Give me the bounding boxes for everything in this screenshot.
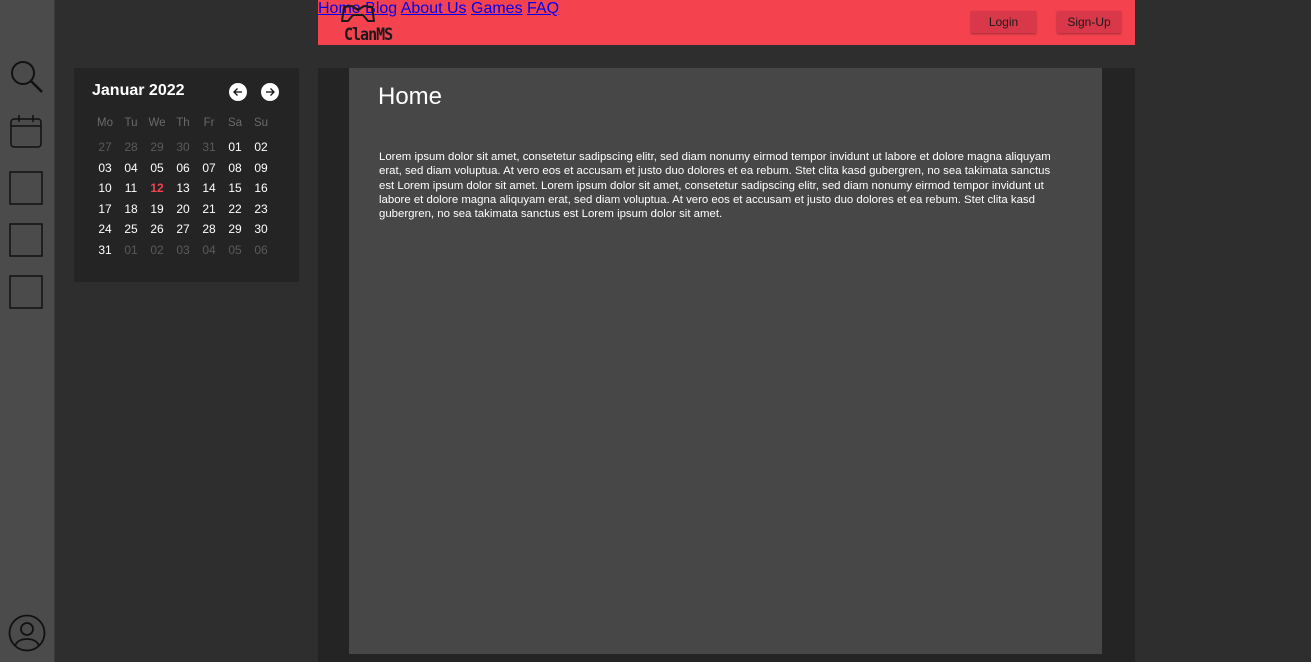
calendar-day[interactable]: 04 (118, 161, 144, 175)
signup-button[interactable]: Sign-Up (1057, 11, 1121, 33)
calendar-next-button[interactable] (261, 83, 279, 101)
calendar-day[interactable]: 02 (144, 243, 170, 257)
main-content-panel: Home Lorem ipsum dolor sit amet, consete… (349, 68, 1102, 654)
calendar-day-today[interactable]: 12 (144, 181, 170, 195)
calendar-day[interactable]: 31 (196, 140, 222, 154)
calendar-day[interactable]: 06 (170, 161, 196, 175)
calendar-day[interactable]: 03 (92, 161, 118, 175)
calendar-day[interactable]: 13 (170, 181, 196, 195)
calendar-day[interactable]: 26 (144, 222, 170, 236)
weekday-label: Tu (124, 117, 138, 129)
calendar-day[interactable]: 28 (118, 140, 144, 154)
calendar-day[interactable]: 20 (170, 202, 196, 216)
calendar-grid: Mo Tu We Th Fr Sa Su 27 28 29 30 31 01 0… (92, 112, 292, 260)
calendar-day[interactable]: 27 (92, 140, 118, 154)
weekday-label: Th (176, 117, 190, 129)
calendar-day[interactable]: 08 (222, 161, 248, 175)
calendar-day[interactable]: 16 (248, 181, 274, 195)
arrow-left-icon (233, 88, 242, 96)
weekday-label: Sa (227, 117, 243, 129)
calendar-day[interactable]: 01 (222, 140, 248, 154)
calendar-day[interactable]: 29 (222, 222, 248, 236)
login-button[interactable]: Login (971, 11, 1036, 33)
page-body-text: Lorem ipsum dolor sit amet, consetetur s… (379, 151, 1051, 221)
calendar-widget: Januar 2022 Mo Tu We Th Fr Sa Su 27 28 2… (74, 68, 299, 282)
calendar-week-row: 03 04 05 06 07 08 09 (92, 158, 292, 179)
calendar-week-row: 17 18 19 20 21 22 23 (92, 199, 292, 220)
calendar-week-row: 24 25 26 27 28 29 30 (92, 219, 292, 240)
calendar-day[interactable]: 24 (92, 222, 118, 236)
brand-name: ClanMS (344, 23, 393, 45)
weekday-label: We (148, 117, 166, 129)
calendar-day[interactable]: 22 (222, 202, 248, 216)
calendar-week-row: 27 28 29 30 31 01 02 (92, 137, 292, 158)
calendar-day[interactable]: 30 (170, 140, 196, 154)
calendar-day[interactable]: 03 (170, 243, 196, 257)
calendar-day[interactable]: 10 (92, 181, 118, 195)
calendar-month-title: Januar 2022 (92, 82, 185, 99)
calendar-week-row: 10 11 12 13 14 15 16 (92, 178, 292, 199)
calendar-day[interactable]: 30 (248, 222, 274, 236)
calendar-day[interactable]: 17 (92, 202, 118, 216)
nav-about-us[interactable]: About Us (401, 0, 467, 17)
page-title: Home (378, 83, 443, 110)
top-navigation-bar: ClanMS Home Blog About Us Games FAQ Logi… (318, 0, 1135, 45)
calendar-prev-button[interactable] (229, 83, 247, 101)
arrow-right-icon (266, 88, 275, 96)
weekday-label: Fr (203, 117, 215, 129)
calendar-day[interactable]: 04 (196, 243, 222, 257)
calendar-day[interactable]: 23 (248, 202, 274, 216)
gamepad-icon (341, 5, 375, 22)
user-profile-icon[interactable] (8, 614, 46, 652)
calendar-day[interactable]: 29 (144, 140, 170, 154)
calendar-day[interactable]: 28 (196, 222, 222, 236)
calendar-day[interactable]: 02 (248, 140, 274, 154)
brand-logo[interactable]: ClanMS (330, 3, 393, 44)
calendar-day[interactable]: 05 (144, 161, 170, 175)
calendar-day[interactable]: 25 (118, 222, 144, 236)
search-icon[interactable] (8, 58, 44, 94)
calendar-icon[interactable] (8, 113, 44, 149)
nav-faq[interactable]: FAQ (527, 0, 559, 17)
calendar-day[interactable]: 09 (248, 161, 274, 175)
calendar-day[interactable]: 05 (222, 243, 248, 257)
square-icon[interactable] (8, 222, 44, 258)
calendar-day[interactable]: 14 (196, 181, 222, 195)
calendar-day[interactable]: 07 (196, 161, 222, 175)
icon-sidebar (0, 0, 55, 662)
calendar-week-row: 31 01 02 03 04 05 06 (92, 240, 292, 261)
calendar-day[interactable]: 27 (170, 222, 196, 236)
calendar-weekday-row: Mo Tu We Th Fr Sa Su (92, 112, 292, 134)
weekday-label: Su (253, 117, 269, 129)
square-icon[interactable] (8, 170, 44, 206)
calendar-day[interactable]: 06 (248, 243, 274, 257)
calendar-day[interactable]: 21 (196, 202, 222, 216)
nav-games[interactable]: Games (471, 0, 523, 17)
square-icon[interactable] (8, 274, 44, 310)
calendar-day[interactable]: 11 (118, 181, 144, 195)
calendar-day[interactable]: 31 (92, 243, 118, 257)
calendar-day[interactable]: 15 (222, 181, 248, 195)
calendar-day[interactable]: 01 (118, 243, 144, 257)
calendar-day[interactable]: 19 (144, 202, 170, 216)
calendar-day[interactable]: 18 (118, 202, 144, 216)
weekday-label: Mo (97, 117, 113, 129)
